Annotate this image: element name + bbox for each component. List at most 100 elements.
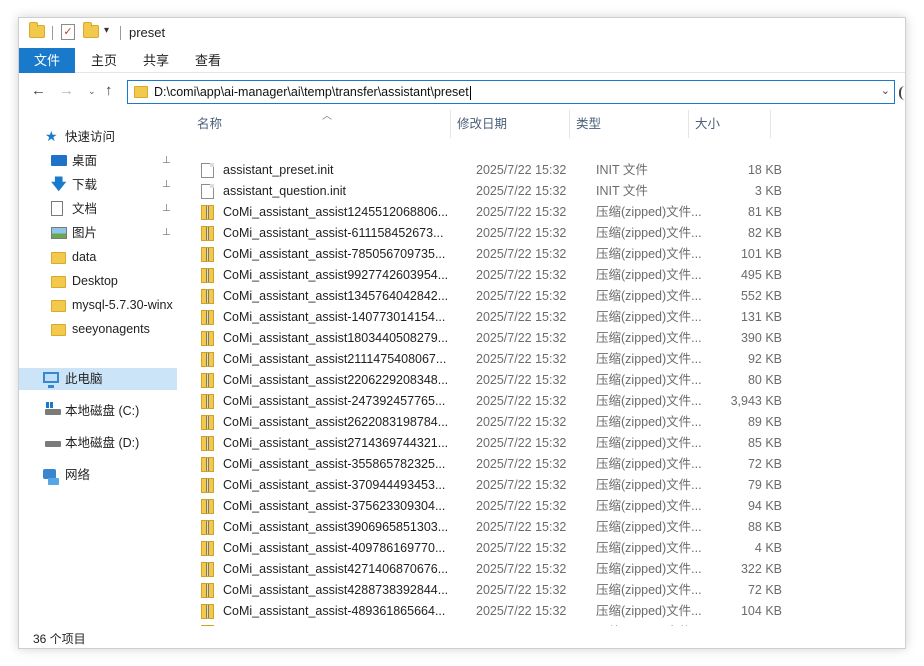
forward-button[interactable]: → (59, 82, 74, 99)
file-row[interactable]: CoMi_assistant_assist1803440508279... 202… (197, 328, 782, 349)
file-name: CoMi_assistant_assist-785056709735... (223, 247, 446, 261)
address-dropdown-button[interactable]: ⌄ (881, 84, 890, 97)
sidebar-item[interactable]: mysql-5.7.30-winx (19, 294, 177, 316)
file-row[interactable]: CoMi_assistant_assist9927742603954... 202… (197, 265, 782, 286)
column-header-name[interactable]: ︿ 名称 (191, 110, 451, 138)
separator (52, 26, 53, 40)
separator (120, 26, 121, 40)
zip-file-icon (201, 520, 214, 535)
file-size: 82 KB (747, 226, 782, 240)
refresh-icon[interactable] (899, 86, 905, 100)
file-name: CoMi_assistant_assist9927742603954... (223, 268, 449, 282)
file-row[interactable]: CoMi_assistant_assist3906965851303... 202… (197, 517, 782, 538)
file-size: 552 KB (740, 289, 782, 303)
file-size: 72 KB (747, 583, 782, 597)
file-name: CoMi_assistant_assist1245512068806... (223, 205, 449, 219)
quick-access-toolbar-dropdown[interactable]: ▾ (104, 25, 109, 36)
file-row[interactable]: CoMi_assistant_assist2111475408067... 202… (197, 349, 782, 370)
nav-this-pc[interactable]: 此电脑 (19, 368, 177, 390)
file-date: 2025/7/22 15:32 (476, 394, 567, 408)
sidebar-item-label: 图片 (72, 226, 98, 240)
zip-file-icon (201, 499, 214, 514)
nav-quick-access[interactable]: ★ 快速访问 (19, 126, 177, 148)
sidebar-item[interactable]: seeyonagents (19, 318, 177, 340)
sidebar-item[interactable]: 文档 ⊥ (19, 198, 177, 220)
file-row[interactable]: assistant_question.init 2025/7/22 15:32 IN… (197, 181, 782, 202)
zip-file-icon (201, 436, 214, 451)
file-row[interactable]: CoMi_assistant_assist-785056709735... 202… (197, 244, 782, 265)
back-button[interactable]: ← (31, 82, 46, 99)
file-date: 2025/7/22 15:32 (476, 457, 567, 471)
file-size: 131 KB (740, 310, 782, 324)
nav-drive-c[interactable]: 本地磁盘 (C:) (19, 400, 177, 422)
up-button[interactable]: ↑ (105, 82, 113, 99)
file-row[interactable]: CoMi_assistant_assist4271406870676... 202… (197, 559, 782, 580)
tab-home[interactable]: 主页 (81, 48, 127, 73)
document-icon (51, 201, 63, 216)
file-row[interactable]: CoMi_assistant_assist-355865782325... 202… (197, 454, 782, 475)
file-date: 2025/7/22 15:32 (476, 520, 567, 534)
zip-file-icon (201, 583, 214, 598)
file-size: 94 KB (747, 499, 782, 513)
file-type: 压缩(zipped)文件... (596, 331, 702, 345)
sidebar-item[interactable]: Desktop (19, 270, 177, 292)
sidebar-item[interactable]: data (19, 246, 177, 268)
folder-icon (134, 86, 148, 98)
sidebar-item[interactable]: 🡇 下载 ⊥ (19, 174, 177, 196)
tab-view[interactable]: 查看 (185, 48, 231, 73)
properties-check-icon[interactable]: ✓ (61, 24, 75, 40)
file-type: 压缩(zipped)文件... (596, 268, 702, 282)
file-type: 压缩(zipped)文件... (596, 289, 702, 303)
file-row[interactable]: CoMi_assistant_assist-247392457765... 202… (197, 391, 782, 412)
file-date: 2025/7/22 15:32 (476, 205, 567, 219)
file-size: 85 KB (747, 436, 782, 450)
file-size: 72 KB (747, 457, 782, 471)
file-size: 104 KB (740, 604, 782, 618)
file-row[interactable]: CoMi_assistant_assist-409786169770... 202… (197, 538, 782, 559)
recent-locations-button[interactable]: ⌄ (88, 86, 96, 97)
nav-drive-d[interactable]: 本地磁盘 (D:) (19, 432, 177, 454)
file-row[interactable]: CoMi_assistant_assist-489361865664... 202… (197, 601, 782, 622)
zip-file-icon (201, 226, 214, 241)
file-row[interactable]: CoMi_assistant_assist2622083198784... 202… (197, 412, 782, 433)
pin-icon: ⊥ (162, 179, 171, 190)
window-title: preset (129, 25, 166, 40)
file-name: CoMi_assistant_assist2714369744321... (223, 436, 449, 450)
file-row[interactable]: CoMi_assistant_assist-140773014154... 202… (197, 307, 782, 328)
zip-file-icon (201, 415, 214, 430)
file-size: 4 KB (754, 541, 782, 555)
tab-file[interactable]: 文件 (19, 48, 75, 73)
column-header-date[interactable]: 修改日期 (451, 110, 570, 138)
file-row[interactable]: CoMi_assistant_assist-611158452673... 202… (197, 223, 782, 244)
zip-file-icon (201, 478, 214, 493)
address-input[interactable]: D:\comi\app\ai-manager\ai\temp\transfer\… (154, 85, 471, 100)
nav-label: 本地磁盘 (C:) (65, 404, 140, 418)
file-size: 3,943 KB (730, 394, 782, 408)
file-row[interactable]: CoMi_assistant_assist1345764042842... 202… (197, 286, 782, 307)
address-bar[interactable]: D:\comi\app\ai-manager\ai\temp\transfer\… (127, 80, 895, 104)
new-folder-icon[interactable] (83, 22, 99, 38)
file-row[interactable]: CoMi_assistant_assist-375623309304... 202… (197, 496, 782, 517)
sidebar-item[interactable]: 图片 ⊥ (19, 222, 177, 244)
column-header-size[interactable]: 大小 (689, 110, 771, 138)
file-row[interactable]: CoMi_assistant_assist-370944493453... 202… (197, 475, 782, 496)
zip-file-icon (201, 562, 214, 577)
tab-share[interactable]: 共享 (133, 48, 179, 73)
file-size: 88 KB (747, 520, 782, 534)
file-size: 101 KB (740, 247, 782, 261)
file-type: 压缩(zipped)文件... (596, 226, 702, 240)
nav-network[interactable]: 网络 (19, 464, 177, 486)
file-row[interactable]: CoMi_assistant_assist4288738392844... 202… (197, 580, 782, 601)
file-name: CoMi_assistant_assist-611158452673... (223, 226, 444, 240)
column-label: 大小 (695, 117, 721, 131)
file-type: 压缩(zipped)文件... (596, 541, 702, 555)
file-row[interactable]: CoMi_assistant_assist1245512068806... 202… (197, 202, 782, 223)
sidebar-item[interactable]: 桌面 ⊥ (19, 150, 177, 172)
file-row[interactable]: CoMi_assistant_assist2206229208348... 202… (197, 370, 782, 391)
file-type: 压缩(zipped)文件... (596, 310, 702, 324)
file-type: 压缩(zipped)文件... (596, 604, 702, 618)
file-row[interactable]: CoMi_assistant_assist2714369744321... 202… (197, 433, 782, 454)
column-header-type[interactable]: 类型 (570, 110, 689, 138)
folder-icon (51, 300, 66, 312)
file-row[interactable]: assistant_preset.init 2025/7/22 15:32 INIT… (197, 160, 782, 181)
